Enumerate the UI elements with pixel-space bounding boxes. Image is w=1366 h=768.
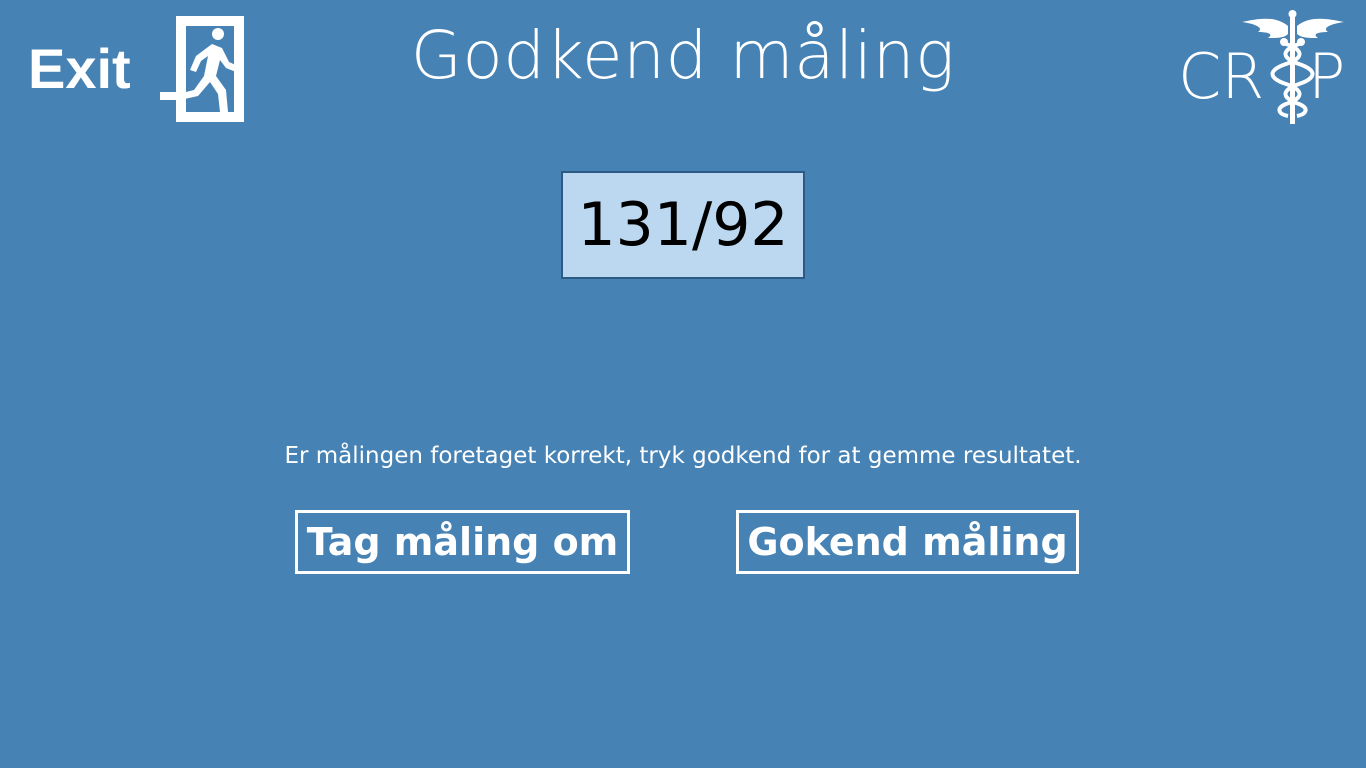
app-screen: Exit Godkend måling CR P 131/92 Er målin… — [0, 0, 1366, 768]
page-title: Godkend måling — [410, 17, 956, 94]
blood-pressure-value: 131/92 — [577, 190, 789, 260]
measurement-display: 131/92 — [561, 171, 805, 279]
retake-measurement-button[interactable]: Tag måling om — [295, 510, 630, 574]
crp-logo: CR P — [1176, 8, 1360, 128]
instruction-text: Er målingen foretaget korrekt, tryk godk… — [284, 443, 1082, 469]
approve-measurement-button[interactable]: Gokend måling — [736, 510, 1079, 574]
logo-text-right: P — [1308, 40, 1346, 113]
